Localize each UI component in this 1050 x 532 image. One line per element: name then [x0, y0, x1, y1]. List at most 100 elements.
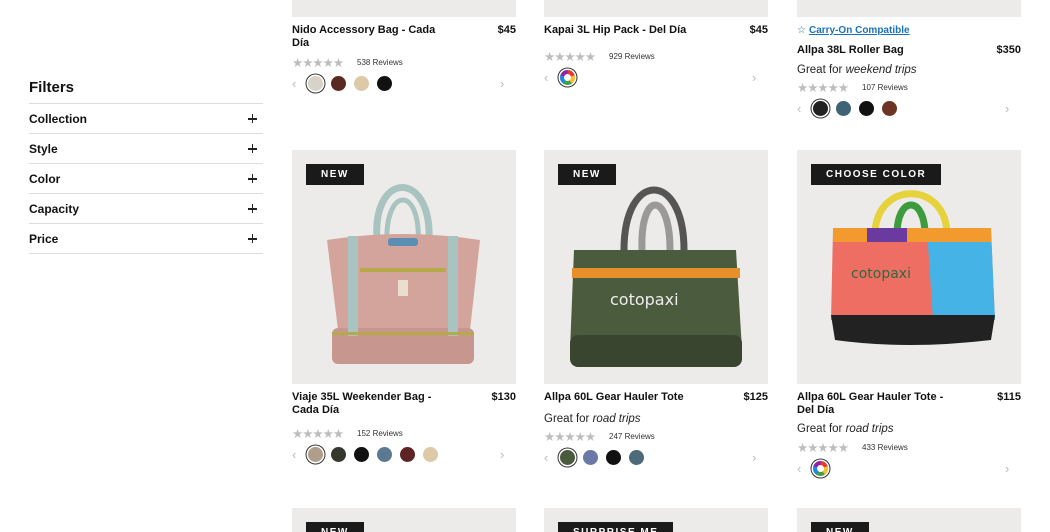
- chevron-left-icon[interactable]: ‹: [797, 461, 813, 476]
- review-count[interactable]: 107 Reviews: [862, 83, 908, 92]
- filter-label: Style: [29, 141, 58, 156]
- color-swatch[interactable]: [813, 460, 828, 476]
- star-icon: ★★★★★: [292, 426, 344, 441]
- product-price: $45: [497, 24, 516, 36]
- color-swatch[interactable]: [354, 75, 369, 91]
- filter-label: Collection: [29, 111, 88, 126]
- review-count[interactable]: 538 Reviews: [357, 58, 403, 67]
- star-icon: ★★★★★: [797, 440, 849, 455]
- color-swatch[interactable]: [629, 450, 644, 465]
- product-image[interactable]: cotopaxi NEW: [544, 150, 768, 384]
- filter-style[interactable]: Style: [29, 134, 263, 164]
- product-name[interactable]: Allpa 60L Gear Hauler Tote: [544, 391, 684, 404]
- product-card[interactable]: NEW Viaje 35L Weekender Bag - Cada Día $1…: [292, 150, 516, 462]
- tagline-emphasis: road trips: [845, 423, 894, 435]
- product-card[interactable]: Nido Accessory Bag - Cada Día $45 ★★★★★ 53…: [292, 17, 516, 91]
- filter-price[interactable]: Price: [29, 224, 263, 254]
- product-image[interactable]: NEW: [292, 150, 516, 384]
- product-name[interactable]: Allpa 60L Gear Hauler Tote - Del Día: [797, 391, 947, 416]
- color-swatch[interactable]: [354, 446, 369, 462]
- tagline-prefix: Great for: [797, 63, 843, 76]
- plus-icon[interactable]: [248, 144, 257, 153]
- color-swatch[interactable]: [882, 101, 897, 116]
- chevron-left-icon[interactable]: ‹: [797, 101, 813, 116]
- green-tote-illustration: cotopaxi: [570, 186, 742, 367]
- filters-panel: Filters Collection Style Color Capacity …: [29, 79, 263, 254]
- product-image[interactable]: [797, 0, 1021, 17]
- tagline-emphasis: road trips: [592, 412, 641, 425]
- svg-text:cotopaxi: cotopaxi: [851, 266, 911, 282]
- product-tagline: Great for weekend trips: [797, 64, 1021, 76]
- carry-on-link[interactable]: ☆ Carry-On Compatible: [797, 25, 1021, 37]
- product-image[interactable]: NEW: [797, 508, 1021, 532]
- product-badge: NEW: [306, 164, 364, 185]
- color-swatch[interactable]: [813, 101, 828, 116]
- tagline-emphasis: weekend trips: [845, 63, 917, 76]
- color-swatch[interactable]: [560, 70, 575, 85]
- plus-icon[interactable]: [248, 204, 257, 213]
- product-badge: NEW: [306, 522, 364, 532]
- chevron-right-icon[interactable]: ›: [500, 447, 516, 462]
- color-swatch[interactable]: [308, 446, 323, 462]
- chevron-left-icon[interactable]: ‹: [544, 450, 560, 465]
- product-card[interactable]: Kapai 3L Hip Pack - Del Día $45 ★★★★★ 929 …: [544, 17, 768, 86]
- color-swatch[interactable]: [423, 446, 438, 462]
- plus-icon[interactable]: [248, 174, 257, 183]
- chevron-left-icon[interactable]: ‹: [292, 76, 308, 91]
- star-outline-icon: ☆: [797, 25, 806, 36]
- product-image[interactable]: NEW: [292, 508, 516, 532]
- chevron-left-icon[interactable]: ‹: [544, 70, 560, 85]
- filter-color[interactable]: Color: [29, 164, 263, 194]
- review-count[interactable]: 247 Reviews: [609, 432, 655, 441]
- filter-collection[interactable]: Collection: [29, 104, 263, 134]
- chevron-left-icon[interactable]: ‹: [292, 447, 308, 462]
- product-badge[interactable]: CHOOSE COLOR: [811, 164, 942, 185]
- pink-weekender-illustration: [327, 184, 480, 364]
- plus-icon[interactable]: [248, 114, 257, 123]
- chevron-right-icon[interactable]: ›: [500, 76, 516, 91]
- star-icon: ★★★★★: [544, 50, 596, 64]
- product-image[interactable]: [544, 0, 768, 17]
- color-swatch[interactable]: [859, 101, 874, 116]
- product-name[interactable]: Viaje 35L Weekender Bag - Cada Día: [292, 391, 442, 416]
- star-icon: ★★★★★: [797, 81, 849, 95]
- chevron-right-icon[interactable]: ›: [752, 450, 768, 465]
- filter-label: Color: [29, 171, 61, 186]
- plus-icon[interactable]: [248, 234, 257, 243]
- product-tagline: Great for road trips: [797, 423, 1021, 435]
- product-badge: NEW: [811, 522, 869, 532]
- color-swatch[interactable]: [836, 101, 851, 116]
- color-swatch[interactable]: [400, 446, 415, 462]
- color-swatch[interactable]: [331, 75, 346, 91]
- product-badge: NEW: [558, 164, 616, 185]
- chevron-right-icon[interactable]: ›: [752, 70, 768, 85]
- product-name[interactable]: Kapai 3L Hip Pack - Del Día: [544, 24, 686, 37]
- color-swatch[interactable]: [583, 450, 598, 465]
- color-swatch[interactable]: [331, 446, 346, 462]
- filter-capacity[interactable]: Capacity: [29, 194, 263, 224]
- multicolor-tote-illustration: cotopaxi: [831, 190, 995, 345]
- product-price: $125: [743, 391, 768, 403]
- swatch-row: ‹ ›: [797, 101, 1021, 117]
- product-card[interactable]: ☆ Carry-On Compatible Allpa 38L Roller Ba…: [797, 25, 1021, 117]
- product-image[interactable]: cotopaxi CHOOSE COLOR: [797, 150, 1021, 384]
- color-swatch[interactable]: [606, 450, 621, 465]
- product-tagline: Great for road trips: [544, 413, 768, 425]
- product-card[interactable]: cotopaxi CHOOSE COLOR Allpa 60L Gear Hau…: [797, 150, 1021, 476]
- chevron-right-icon[interactable]: ›: [1005, 101, 1021, 116]
- chevron-right-icon[interactable]: ›: [1005, 461, 1021, 476]
- swatch-row: ‹ ›: [797, 460, 1021, 476]
- product-image[interactable]: SURPRISE ME: [544, 508, 768, 532]
- color-swatch[interactable]: [308, 75, 323, 91]
- product-card[interactable]: cotopaxi NEW Allpa 60L Gear Hauler Tote $…: [544, 150, 768, 466]
- review-count[interactable]: 929 Reviews: [609, 52, 655, 61]
- product-name[interactable]: Allpa 38L Roller Bag: [797, 44, 904, 57]
- review-count[interactable]: 152 Reviews: [357, 429, 403, 438]
- review-count[interactable]: 433 Reviews: [862, 443, 908, 452]
- product-image[interactable]: [292, 0, 516, 17]
- color-swatch[interactable]: [377, 446, 392, 462]
- color-swatch[interactable]: [560, 450, 575, 465]
- color-swatch[interactable]: [377, 75, 392, 91]
- product-price: $45: [749, 24, 768, 36]
- product-name[interactable]: Nido Accessory Bag - Cada Día: [292, 24, 442, 49]
